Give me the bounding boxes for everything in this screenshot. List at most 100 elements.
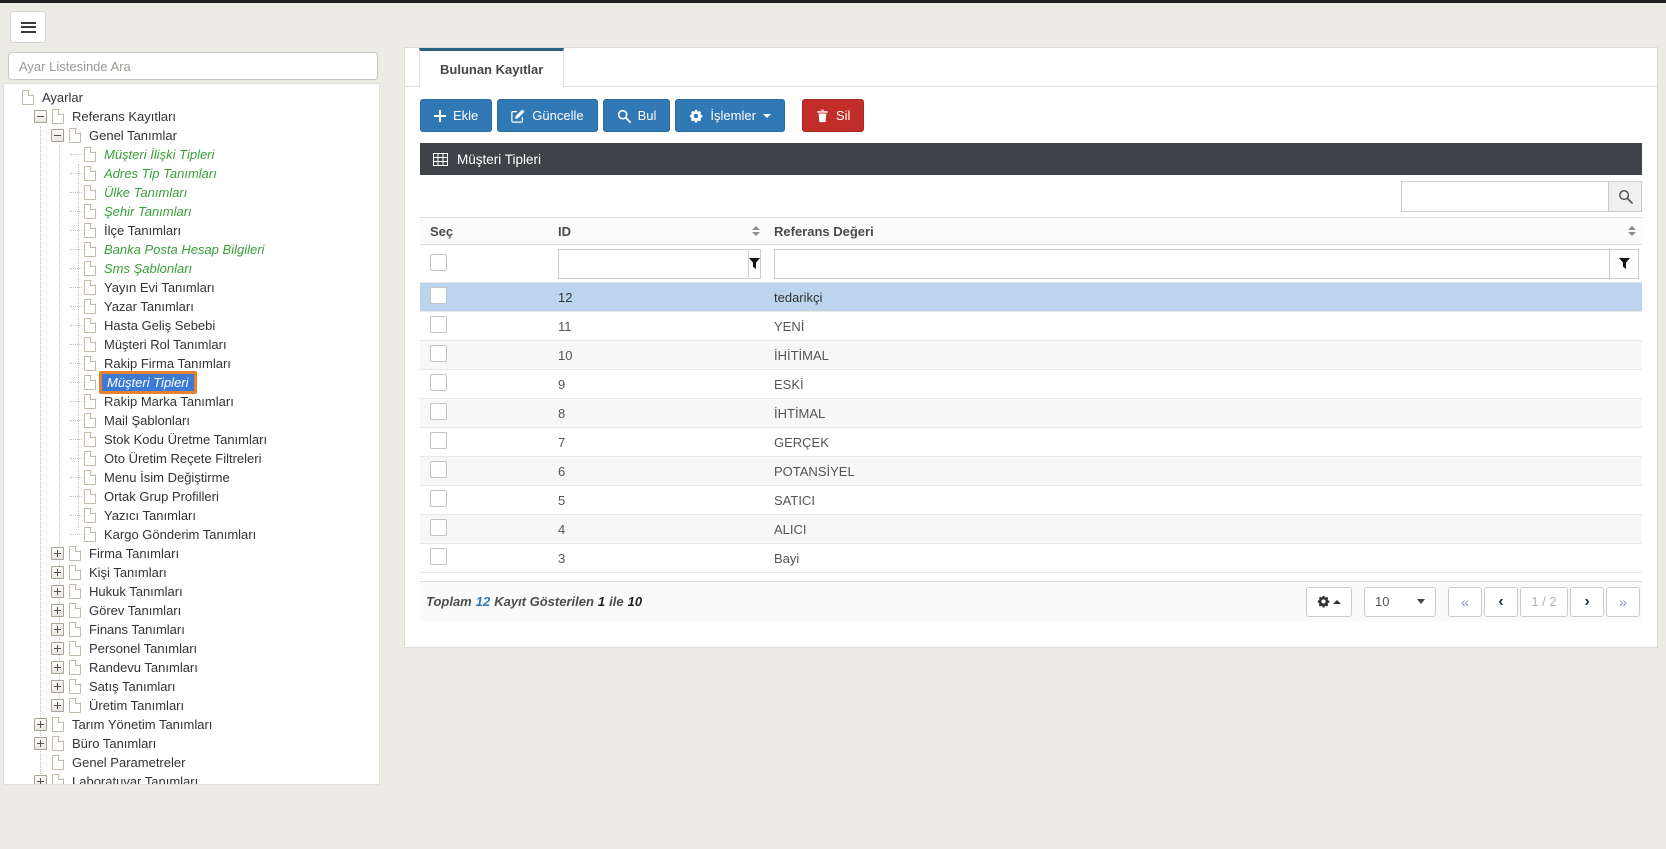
expand-icon[interactable] [51,699,64,712]
tree-item-gorev-tanimlari[interactable]: Görev Tanımları [4,601,379,620]
tree-item-ortak-grup-profilleri[interactable]: Ortak Grup Profilleri [4,487,379,506]
previous-page-button[interactable]: ‹ [1484,586,1518,617]
tree-item-banka-posta-hesap-bilgileri[interactable]: Banka Posta Hesap Bilgileri [4,240,379,259]
tree-item-referans-kayitlari[interactable]: Referans Kayıtları [4,107,379,126]
delete-button[interactable]: Sil [801,99,865,132]
expand-icon[interactable] [51,642,64,655]
table-row[interactable]: 6 POTANSİYEL [420,457,1642,486]
expand-icon[interactable] [34,718,47,731]
table-row[interactable]: 9 ESKİ [420,370,1642,399]
tree-item-laboratuvar-tanimlari[interactable]: Laboratuvar Tanımları [4,772,379,784]
collapse-icon[interactable] [34,110,47,123]
row-checkbox[interactable] [430,548,447,565]
tree-item-tarim-yonetim-tanimlari[interactable]: Tarım Yönetim Tanımları [4,715,379,734]
tree-item-hukuk-tanimlari[interactable]: Hukuk Tanımları [4,582,379,601]
tree-item-sehir-tanimlari[interactable]: Şehir Tanımları [4,202,379,221]
expand-icon[interactable] [51,604,64,617]
tree-item-rakip-marka-tanimlari[interactable]: Rakip Marka Tanımları [4,392,379,411]
table-row[interactable]: 5 SATICI [420,486,1642,515]
data-grid: Müşteri Tipleri Seç ID Referans Değeri 1… [420,143,1642,621]
add-button[interactable]: Ekle [420,99,493,132]
referans-filter-input[interactable] [774,248,1609,279]
tree-item-mail-sablonlari[interactable]: Mail Şablonları [4,411,379,430]
collapse-icon[interactable] [51,129,64,142]
table-row[interactable]: 10 İHİTİMAL [420,341,1642,370]
tree-item-kisi-tanimlari[interactable]: Kişi Tanımları [4,563,379,582]
sort-icon[interactable] [1628,226,1636,236]
row-checkbox[interactable] [430,461,447,478]
tree-item-adres-tip-tanimlari[interactable]: Adres Tip Tanımları [4,164,379,183]
tree-item-musteri-rol-tanimlari[interactable]: Müşteri Rol Tanımları [4,335,379,354]
row-checkbox[interactable] [430,316,447,333]
referans-filter-button[interactable] [1609,248,1639,279]
last-page-button[interactable]: » [1606,586,1640,617]
row-checkbox[interactable] [430,519,447,536]
grid-footer: Toplam 12 Kayıt Gösterilen 1 ile 10 10 « [420,581,1642,621]
sidebar-toggle-button[interactable] [10,11,46,43]
first-page-button[interactable]: « [1448,586,1482,617]
update-button[interactable]: Güncelle [497,99,598,132]
grid-search-button[interactable] [1608,180,1642,212]
column-header-id[interactable]: ID [546,224,766,239]
tree-item-ayarlar[interactable]: Ayarlar [4,88,379,107]
grid-search-input[interactable] [1401,180,1608,212]
operations-button[interactable]: İşlemler [675,99,785,132]
table-row[interactable]: 11 YENİ [420,312,1642,341]
expand-icon[interactable] [51,661,64,674]
tree-item-buro-tanimlari[interactable]: Büro Tanımları [4,734,379,753]
row-checkbox[interactable] [430,374,447,391]
tree-item-ilce-tanimlari[interactable]: İlçe Tanımları [4,221,379,240]
expand-icon[interactable] [51,623,64,636]
id-filter-button[interactable] [748,248,761,279]
sort-icon[interactable] [752,226,760,236]
expand-icon[interactable] [51,566,64,579]
tree-item-stok-kodu-uretme-tanimlari[interactable]: Stok Kodu Üretme Tanımları [4,430,379,449]
shown-from: 1 [597,594,606,609]
select-all-checkbox[interactable] [430,253,447,271]
tree-item-randevu-tanimlari[interactable]: Randevu Tanımları [4,658,379,677]
row-checkbox[interactable] [430,345,447,362]
tree-item-yayin-evi-tanimlari[interactable]: Yayın Evi Tanımları [4,278,379,297]
tree-item-personel-tanimlari[interactable]: Personel Tanımları [4,639,379,658]
tree-item-genel-tanimlar[interactable]: Genel Tanımlar [4,126,379,145]
find-button[interactable]: Bul [602,99,671,132]
tree-item-musteri-iliski-tipleri[interactable]: Müşteri İlişki Tipleri [4,145,379,164]
tree-item-genel-parametreler[interactable]: Genel Parametreler [4,753,379,772]
row-checkbox[interactable] [430,287,447,304]
tree-item-firma-tanimlari[interactable]: Firma Tanımları [4,544,379,563]
id-filter-input[interactable] [558,248,748,279]
table-row[interactable]: 8 İHTİMAL [420,399,1642,428]
table-row[interactable]: 3 Bayi [420,544,1642,573]
expand-icon[interactable] [34,737,47,750]
expand-icon[interactable] [34,775,47,784]
tree-item-ulke-tanimlari[interactable]: Ülke Tanımları [4,183,379,202]
grid-settings-button[interactable] [1306,586,1352,617]
expand-icon[interactable] [51,547,64,560]
document-icon [69,584,81,599]
document-icon [84,375,96,390]
tree-item-satis-tanimlari[interactable]: Satış Tanımları [4,677,379,696]
tree-item-hasta-gelis-sebebi[interactable]: Hasta Geliş Sebebi [4,316,379,335]
tab-bulunan-kayitlar[interactable]: Bulunan Kayıtlar [419,48,565,87]
tree-item-yazar-tanimlari[interactable]: Yazar Tanımları [4,297,379,316]
table-row[interactable]: 12 tedarikçi [420,283,1642,312]
tree-item-oto-uretim-recete-filtreleri[interactable]: Oto Üretim Reçete Filtreleri [4,449,379,468]
tree-item-musteri-tipleri-selected[interactable]: Müşteri Tipleri [4,371,379,394]
tree-item-uretim-tanimlari[interactable]: Üretim Tanımları [4,696,379,715]
table-row[interactable]: 7 GERÇEK [420,428,1642,457]
tree-item-finans-tanimlari[interactable]: Finans Tanımları [4,620,379,639]
row-checkbox[interactable] [430,490,447,507]
next-page-button[interactable]: › [1570,586,1604,617]
expand-icon[interactable] [51,680,64,693]
tree-item-kargo-gonderim-tanimlari[interactable]: Kargo Gönderim Tanımları [4,525,379,544]
settings-search-input[interactable] [8,52,378,80]
row-checkbox[interactable] [430,432,447,449]
tree-item-menu-isim-degistirme[interactable]: Menu İsim Değiştirme [4,468,379,487]
expand-icon[interactable] [51,585,64,598]
tree-item-sms-sablonlari[interactable]: Sms Şablonları [4,259,379,278]
page-size-select[interactable]: 10 [1364,586,1436,617]
row-checkbox[interactable] [430,403,447,420]
column-header-referans-degeri[interactable]: Referans Değeri [766,224,1642,239]
tree-item-yazici-tanimlari[interactable]: Yazıcı Tanımları [4,506,379,525]
table-row[interactable]: 4 ALICI [420,515,1642,544]
